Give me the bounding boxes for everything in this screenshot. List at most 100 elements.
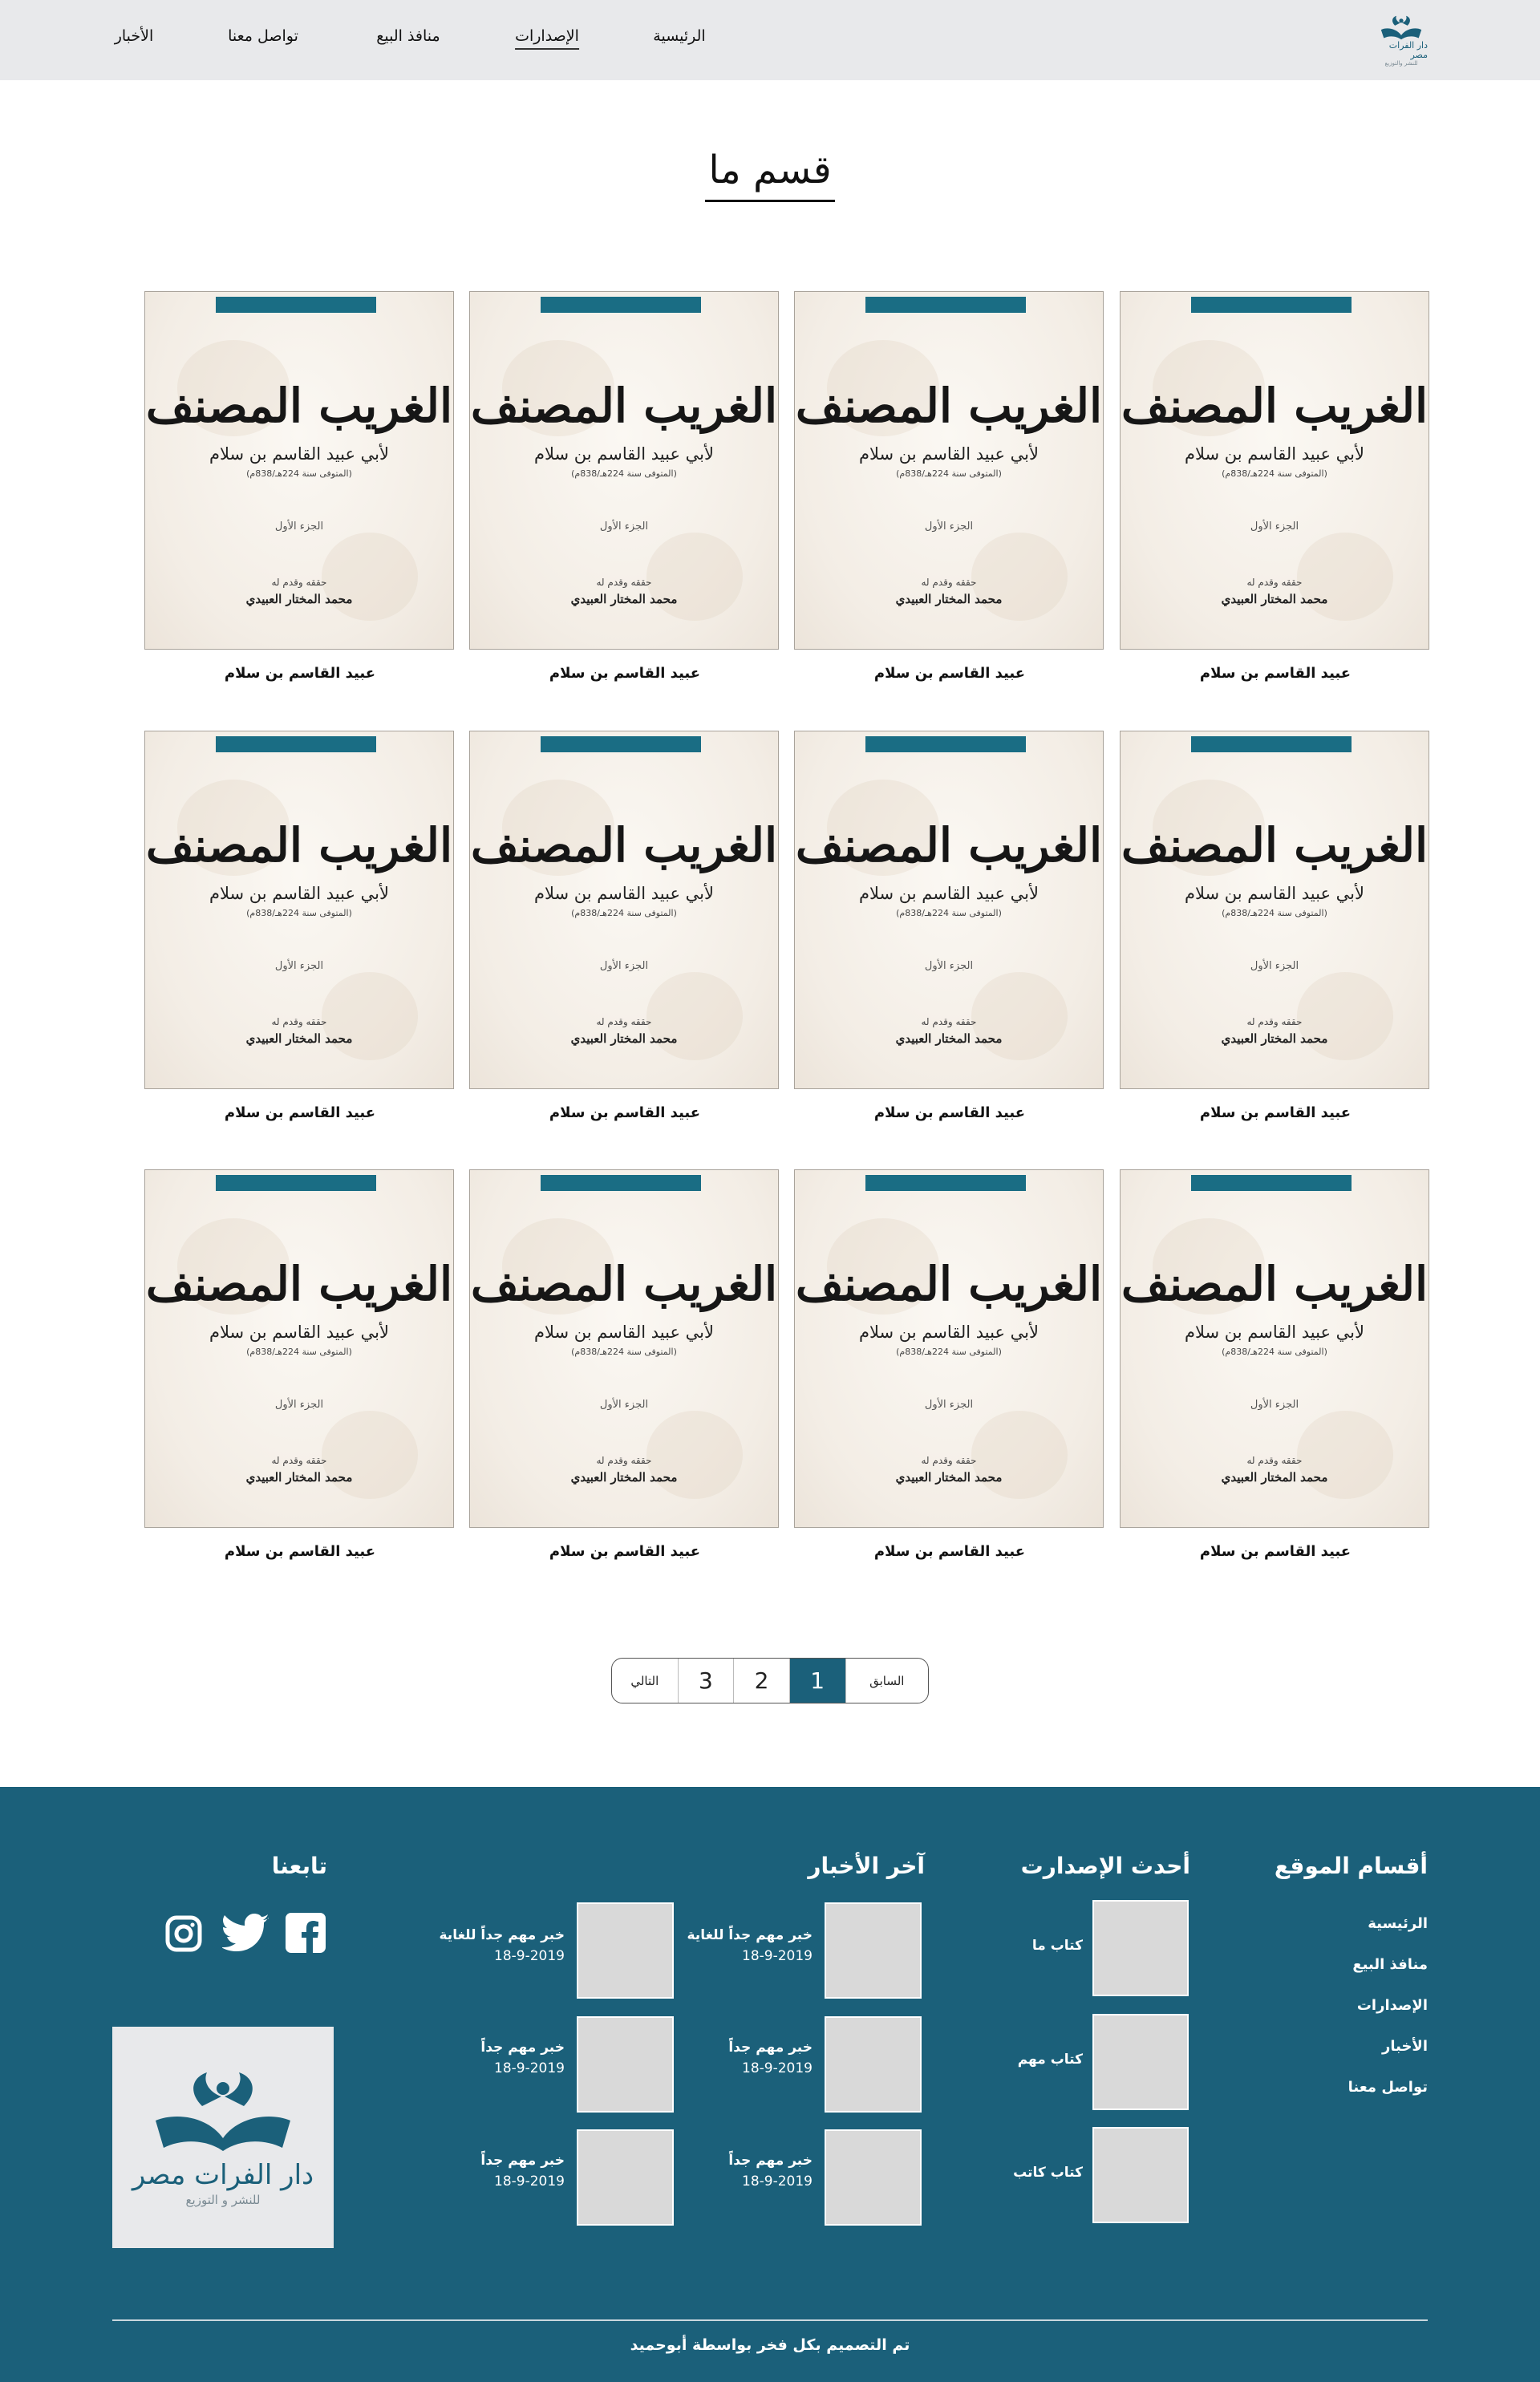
book-caption[interactable]: عبيد القاسم بن سلام [794,665,1105,682]
cover-author: لأبي عبيد القاسم بن سلام [209,444,390,464]
news-thumbnail[interactable] [577,2016,674,2113]
cover-volume: الجزء الأول [924,960,974,972]
book-caption[interactable]: عبيد القاسم بن سلام [469,1104,780,1121]
pagination-page-2[interactable]: 2 [733,1659,789,1703]
nav-releases[interactable]: الإصدارات [515,27,579,50]
footer-link-outlets[interactable]: منافذ البيع [1267,1956,1428,1997]
cover-editor: محمد المختار العبيدي [245,1031,353,1046]
cover-editor: محمد المختار العبيدي [570,1470,678,1485]
cover-band [1191,1175,1352,1191]
cover-editor: محمد المختار العبيدي [245,1470,353,1485]
news-item[interactable]: خبر مهم جداً 18-9-2019 [480,2040,565,2076]
cover-title: الغريب المصنف [1121,818,1429,873]
release-item[interactable]: كتاب ما [1032,1938,1083,1954]
nav-outlets[interactable]: منافذ البيع [376,27,440,45]
book-card[interactable]: الغريب المصنف لأبي عبيد القاسم بن سلام (… [144,1169,456,1570]
cover-title: الغريب المصنف [795,1257,1103,1311]
cover-editor: محمد المختار العبيدي [895,592,1003,606]
cover-editor-label: حققه وقدم له [596,577,652,588]
book-card[interactable]: الغريب المصنف لأبي عبيد القاسم بن سلام (… [144,731,456,1132]
pagination-page-3[interactable]: 3 [677,1659,734,1703]
cover-band [541,297,701,313]
book-cover-image: الغريب المصنف لأبي عبيد القاسم بن سلام (… [794,1169,1104,1528]
book-caption[interactable]: عبيد القاسم بن سلام [794,1104,1105,1121]
book-caption[interactable]: عبيد القاسم بن سلام [144,1543,456,1560]
nav-home[interactable]: الرئيسية [653,27,705,45]
cover-death-date: (المتوفى سنة 224هـ/838م) [246,468,352,479]
cover-editor-label: حققه وقدم له [271,1455,327,1466]
cover-author: لأبي عبيد القاسم بن سلام [1184,884,1365,903]
footer-news-heading: آخر الأخبار [808,1853,925,1879]
cover-volume: الجزء الأول [274,521,324,533]
release-thumbnail[interactable] [1092,2014,1189,2110]
cover-editor-label: حققه وقدم له [1246,1016,1303,1027]
cover-death-date: (المتوفى سنة 224هـ/838م) [571,468,677,479]
book-card[interactable]: الغريب المصنف لأبي عبيد القاسم بن سلام (… [794,291,1105,692]
book-card[interactable]: الغريب المصنف لأبي عبيد القاسم بن سلام (… [469,731,780,1132]
news-item[interactable]: خبر مهم جداً 18-9-2019 [728,2153,813,2190]
news-thumbnail[interactable] [825,2129,922,2226]
book-card[interactable]: الغريب المصنف لأبي عبيد القاسم بن سلام (… [469,291,780,692]
cover-volume: الجزء الأول [599,960,649,972]
nav-news[interactable]: الأخبار [115,27,154,45]
book-card[interactable]: الغريب المصنف لأبي عبيد القاسم بن سلام (… [1120,731,1431,1132]
news-thumbnail[interactable] [825,2016,922,2113]
cover-band [216,736,376,752]
release-thumbnail[interactable] [1092,1900,1189,1996]
cover-title: الغريب المصنف [145,818,453,873]
cover-volume: الجزء الأول [599,521,649,533]
footer-link-home[interactable]: الرئيسية [1267,1915,1428,1956]
book-card[interactable]: الغريب المصنف لأبي عبيد القاسم بن سلام (… [469,1169,780,1570]
pagination-next-button[interactable]: التالي [612,1659,678,1703]
logo-book-icon [156,2072,290,2151]
news-item[interactable]: خبر مهم جداً للغاية 18-9-2019 [440,1927,565,1964]
book-caption[interactable]: عبيد القاسم بن سلام [469,665,780,682]
news-thumbnail[interactable] [577,2129,674,2226]
news-thumbnail[interactable] [577,1902,674,1999]
book-cover-image: الغريب المصنف لأبي عبيد القاسم بن سلام (… [469,1169,779,1528]
release-item[interactable]: كتاب مهم [1018,2052,1083,2068]
cover-editor-label: حققه وقدم له [271,577,327,588]
release-item[interactable]: كتاب كاتب [1013,2165,1083,2181]
book-caption[interactable]: عبيد القاسم بن سلام [794,1543,1105,1560]
pagination-page-1[interactable]: 1 [788,1659,845,1703]
release-thumbnail[interactable] [1092,2127,1189,2223]
book-card[interactable]: الغريب المصنف لأبي عبيد القاسم بن سلام (… [1120,1169,1431,1570]
cover-author: لأبي عبيد القاسم بن سلام [1184,1323,1365,1342]
cover-editor: محمد المختار العبيدي [1221,1031,1328,1046]
cover-death-date: (المتوفى سنة 224هـ/838م) [571,908,677,918]
news-item[interactable]: خبر مهم جداً 18-9-2019 [480,2153,565,2190]
cover-band [1191,736,1352,752]
news-item[interactable]: خبر مهم جداً 18-9-2019 [728,2040,813,2076]
book-card[interactable]: الغريب المصنف لأبي عبيد القاسم بن سلام (… [1120,291,1431,692]
book-card[interactable]: الغريب المصنف لأبي عبيد القاسم بن سلام (… [794,1169,1105,1570]
footer-releases-heading: أحدث الإصدارت [1020,1853,1190,1879]
instagram-icon[interactable] [165,1915,202,1952]
cover-editor: محمد المختار العبيدي [895,1470,1003,1485]
news-item[interactable]: خبر مهم جداً للغاية 18-9-2019 [687,1927,813,1964]
twitter-icon[interactable] [221,1912,270,1954]
cover-editor: محمد المختار العبيدي [1221,1470,1328,1485]
facebook-icon[interactable] [285,1912,326,1954]
book-caption[interactable]: عبيد القاسم بن سلام [469,1543,780,1560]
cover-volume: الجزء الأول [924,521,974,533]
footer-link-releases[interactable]: الإصدارات [1267,1997,1428,2038]
book-caption[interactable]: عبيد القاسم بن سلام [1120,1104,1431,1121]
cover-editor: محمد المختار العبيدي [895,1031,1003,1046]
book-card[interactable]: الغريب المصنف لأبي عبيد القاسم بن سلام (… [794,731,1105,1132]
footer-link-contact[interactable]: تواصل معنا [1267,2079,1428,2120]
book-card[interactable]: الغريب المصنف لأبي عبيد القاسم بن سلام (… [144,291,456,692]
cover-death-date: (المتوفى سنة 224هـ/838م) [571,1347,677,1357]
cover-author: لأبي عبيد القاسم بن سلام [858,444,1040,464]
news-thumbnail[interactable] [825,1902,922,1999]
cover-author: لأبي عبيد القاسم بن سلام [209,1323,390,1342]
book-caption[interactable]: عبيد القاسم بن سلام [144,1104,456,1121]
book-cover-image: الغريب المصنف لأبي عبيد القاسم بن سلام (… [1120,291,1429,650]
book-caption[interactable]: عبيد القاسم بن سلام [1120,1543,1431,1560]
book-caption[interactable]: عبيد القاسم بن سلام [144,665,456,682]
footer-link-news[interactable]: الأخبار [1267,2038,1428,2079]
cover-death-date: (المتوفى سنة 224هـ/838م) [1222,468,1327,479]
nav-contact[interactable]: تواصل معنا [228,27,298,45]
pagination-prev-button[interactable]: السابق [845,1659,928,1703]
book-caption[interactable]: عبيد القاسم بن سلام [1120,665,1431,682]
